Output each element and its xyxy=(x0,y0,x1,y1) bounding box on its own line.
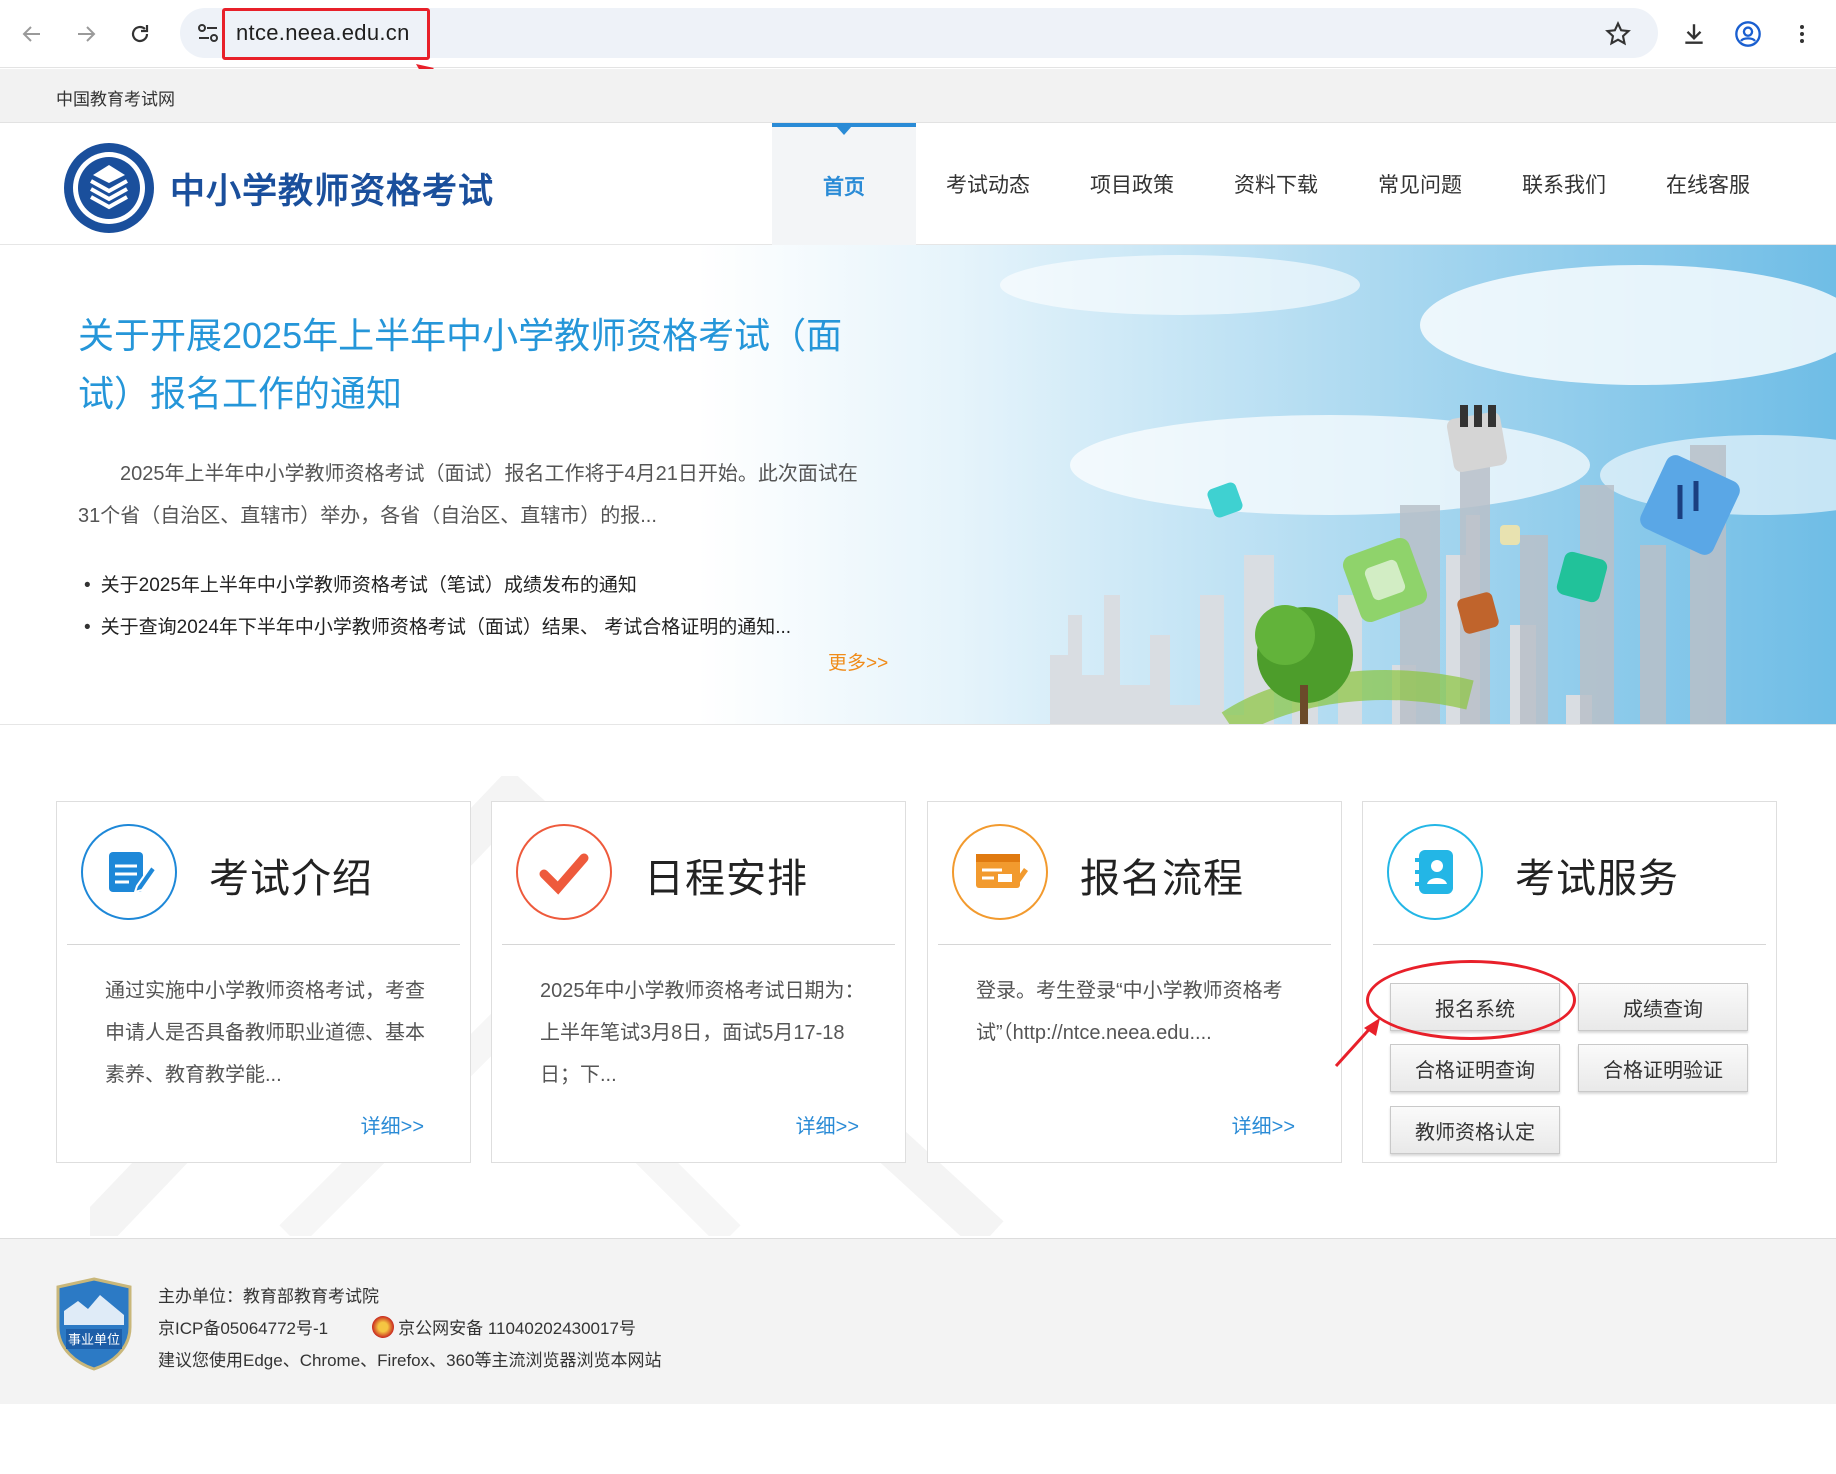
form-window-icon xyxy=(952,824,1048,920)
site-info-icon[interactable] xyxy=(196,21,220,45)
more-vertical-icon xyxy=(1800,25,1804,43)
icp-line: 京ICP备05064772号-1 京公网安备 11040202430017号 xyxy=(158,1313,661,1345)
card-more-link[interactable]: 详细>> xyxy=(796,1110,859,1139)
top-bar: 中国教育考试网 xyxy=(0,69,1836,123)
contact-book-icon xyxy=(1387,824,1483,920)
download-button[interactable] xyxy=(1676,16,1712,52)
public-institution-badge[interactable]: 事业单位 xyxy=(54,1277,134,1371)
headline-link[interactable]: 关于开展2025年上半年中小学教师资格考试（面试）报名工作的通知 xyxy=(78,307,878,423)
city-illustration xyxy=(1000,255,1836,724)
icp-link[interactable]: 京ICP备05064772号-1 xyxy=(158,1319,328,1338)
reload-button[interactable] xyxy=(122,16,158,52)
card-title[interactable]: 日程安排 xyxy=(644,846,808,904)
nav-home[interactable]: 首页 xyxy=(772,123,916,245)
teacher-qualification-button[interactable]: 教师资格认定 xyxy=(1390,1106,1560,1154)
card-schedule: 日程安排 2025年中小学教师资格考试日期为：上半年笔试3月8日，面试5月17-… xyxy=(491,801,906,1163)
card-title[interactable]: 报名流程 xyxy=(1080,846,1244,904)
forward-button[interactable] xyxy=(68,16,104,52)
forward-arrow-icon xyxy=(78,26,96,42)
download-icon xyxy=(1685,24,1703,44)
back-arrow-icon xyxy=(22,26,40,42)
card-exam-intro: 考试介绍 通过实施中小学教师资格考试，考查申请人是否具备教师职业道德、基本素养、… xyxy=(56,801,471,1163)
card-description: 登录。考生登录“中小学教师资格考试”（http://ntce.neea.edu.… xyxy=(976,980,1283,1044)
card-more-link[interactable]: 详细>> xyxy=(1232,1110,1295,1139)
card-registration-process: 报名流程 登录。考生登录“中小学教师资格考试”（http://ntce.neea… xyxy=(927,801,1342,1163)
checkmark-icon xyxy=(516,824,612,920)
card-title[interactable]: 考试介绍 xyxy=(209,846,373,904)
nav-online-service[interactable]: 在线客服 xyxy=(1636,123,1780,245)
nav-exam-news[interactable]: 考试动态 xyxy=(916,123,1060,245)
news-list: 关于2025年上半年中小学教师资格考试（笔试）成绩发布的通知 关于查询2024年… xyxy=(84,565,904,649)
parent-site-link[interactable]: 中国教育考试网 xyxy=(56,85,175,110)
reload-icon xyxy=(131,25,149,43)
site-logo[interactable] xyxy=(62,141,156,235)
badge-text: 事业单位 xyxy=(68,1333,120,1348)
site-title[interactable]: 中小学教师资格考试 xyxy=(170,163,494,214)
annotation-arrow-icon xyxy=(1334,1018,1380,1068)
site-header: 中小学教师资格考试 首页 考试动态 项目政策 资料下载 常见问题 联系我们 在线… xyxy=(0,123,1836,245)
hero-banner: 关于开展2025年上半年中小学教师资格考试（面试）报名工作的通知 2025年上半… xyxy=(0,245,1836,725)
divider xyxy=(1373,944,1766,945)
news-item[interactable]: 关于查询2024年下半年中小学教师资格考试（面试）结果、 考试合格证明的通知..… xyxy=(84,607,904,649)
police-badge-icon xyxy=(372,1316,395,1338)
nav-downloads[interactable]: 资料下载 xyxy=(1204,123,1348,245)
more-news-link[interactable]: 更多>> xyxy=(828,648,888,675)
sponsor-text: 主办单位：教育部教育考试院 xyxy=(158,1287,379,1306)
divider xyxy=(502,944,895,945)
site-footer: 事业单位 主办单位：教育部教育考试院 京ICP备05064772号-1 京公网安备… xyxy=(0,1238,1836,1404)
footer-info: 主办单位：教育部教育考试院 京ICP备05064772号-1 京公网安备 1104… xyxy=(158,1281,661,1377)
divider xyxy=(67,944,460,945)
profile-icon xyxy=(1735,21,1761,47)
main-nav: 首页 考试动态 项目政策 资料下载 常见问题 联系我们 在线客服 xyxy=(772,123,1780,245)
divider xyxy=(938,944,1331,945)
bookmark-star-icon[interactable] xyxy=(1604,20,1632,48)
card-description: 通过实施中小学教师资格考试，考查申请人是否具备教师职业道德、基本素养、教育教学能… xyxy=(105,980,425,1086)
nav-faq[interactable]: 常见问题 xyxy=(1348,123,1492,245)
nav-contact[interactable]: 联系我们 xyxy=(1492,123,1636,245)
headline-summary: 2025年上半年中小学教师资格考试（面试）报名工作将于4月21日开始。此次面试在… xyxy=(78,463,858,527)
news-item[interactable]: 关于2025年上半年中小学教师资格考试（笔试）成绩发布的通知 xyxy=(84,565,904,607)
score-query-button[interactable]: 成绩查询 xyxy=(1578,983,1748,1031)
browser-toolbar: ntce.neea.edu.cn xyxy=(0,0,1836,98)
card-more-link[interactable]: 详细>> xyxy=(361,1110,424,1139)
annotation-ellipse xyxy=(1366,960,1576,1040)
certificate-query-button[interactable]: 合格证明查询 xyxy=(1390,1044,1560,1092)
certificate-verify-button[interactable]: 合格证明验证 xyxy=(1578,1044,1748,1092)
browser-tip: 建议您使用Edge、Chrome、Firefox、360等主流浏览器浏览本网站 xyxy=(158,1351,662,1370)
card-description: 2025年中小学教师资格考试日期为：上半年笔试3月8日，面试5月17-18日；下… xyxy=(540,980,865,1086)
profile-button[interactable] xyxy=(1730,16,1766,52)
nav-policy[interactable]: 项目政策 xyxy=(1060,123,1204,245)
url-highlight-box xyxy=(222,8,430,60)
card-title[interactable]: 考试服务 xyxy=(1515,846,1679,904)
browser-menu-button[interactable] xyxy=(1784,16,1820,52)
document-edit-icon xyxy=(81,824,177,920)
back-button[interactable] xyxy=(14,16,50,52)
police-record-link[interactable]: 京公网安备 11040202430017号 xyxy=(398,1319,636,1338)
